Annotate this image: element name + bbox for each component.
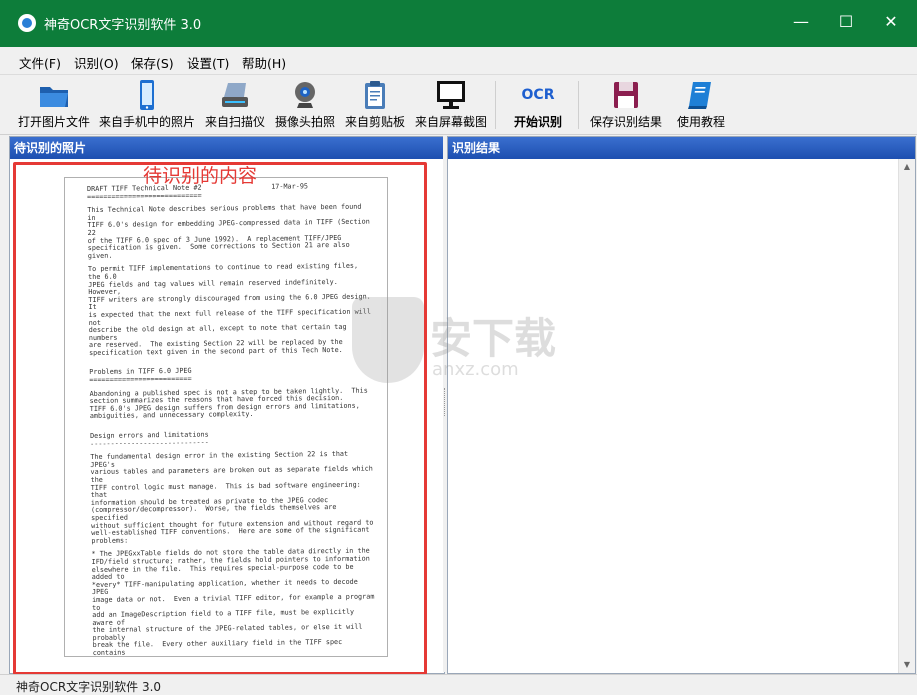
scanner-icon xyxy=(222,83,248,107)
ocr-icon: OCR xyxy=(521,87,555,103)
from-screenshot-button[interactable]: 来自屏幕截图 xyxy=(413,75,489,133)
toolbar-separator xyxy=(578,81,579,129)
floppy-disk-icon xyxy=(614,82,638,108)
result-panel: 识别结果 ▲ ▼ xyxy=(447,136,916,674)
source-image-panel: 待识别的照片 DRAFT TIFF Technical Note #2 17-M… xyxy=(9,136,445,675)
open-image-button[interactable]: 打开图片文件 xyxy=(14,75,94,133)
menu-recognize[interactable]: 识别(O) xyxy=(74,53,119,72)
menu-file[interactable]: 文件(F) xyxy=(19,53,61,72)
minimize-button[interactable]: — xyxy=(778,0,824,47)
title-bar: 神奇OCR文字识别软件 3.0 — ☐ ✕ xyxy=(0,0,917,47)
menu-settings[interactable]: 设置(T) xyxy=(187,53,229,72)
status-text: 神奇OCR文字识别软件 3.0 xyxy=(16,680,162,694)
book-icon xyxy=(688,82,711,109)
camera-label: 摄像头拍照 xyxy=(274,115,335,129)
from-scanner-button[interactable]: 来自扫描仪 xyxy=(203,75,267,133)
scroll-up-icon[interactable]: ▲ xyxy=(899,159,915,175)
watermark-subtext: anxz.com xyxy=(432,359,519,380)
watermark-text: 安下载 xyxy=(430,314,557,363)
phone-icon xyxy=(140,80,154,110)
watermark: 安下载 anxz.com xyxy=(352,297,562,387)
save-result-button[interactable]: 保存识别结果 xyxy=(585,75,667,133)
status-bar: 神奇OCR文字识别软件 3.0 xyxy=(0,674,917,694)
from-phone-button[interactable]: 来自手机中的照片 xyxy=(97,75,197,133)
camera-button[interactable]: 摄像头拍照 xyxy=(273,75,337,133)
menu-help[interactable]: 帮助(H) xyxy=(242,53,286,72)
from-clipboard-label: 来自剪贴板 xyxy=(344,115,405,129)
maximize-button[interactable]: ☐ xyxy=(823,0,869,47)
from-clipboard-button[interactable]: 来自剪贴板 xyxy=(343,75,407,133)
toolbar-separator xyxy=(495,81,496,129)
from-scanner-label: 来自扫描仪 xyxy=(204,115,265,129)
app-icon xyxy=(18,14,36,32)
content-annotation-label: 待识别的内容 xyxy=(143,165,258,187)
monitor-icon xyxy=(437,81,465,109)
result-scrollbar[interactable]: ▲ ▼ xyxy=(898,159,915,673)
content-highlight-box xyxy=(13,162,427,675)
clipboard-icon xyxy=(365,81,385,109)
result-panel-title: 识别结果 xyxy=(448,137,915,159)
window-title: 神奇OCR文字识别软件 3.0 xyxy=(44,18,202,33)
menu-bar: 文件(F) 识别(O) 保存(S) 设置(T) 帮助(H) xyxy=(0,47,917,75)
watermark-shield-icon xyxy=(352,297,424,383)
webcam-icon xyxy=(295,82,315,108)
tutorial-button[interactable]: 使用教程 xyxy=(673,75,729,133)
from-phone-label: 来自手机中的照片 xyxy=(98,115,195,129)
open-image-label: 打开图片文件 xyxy=(17,115,90,129)
folder-icon xyxy=(40,87,68,107)
source-panel-title: 待识别的照片 xyxy=(10,137,444,159)
start-recognize-label: 开始识别 xyxy=(513,115,562,129)
scroll-down-icon[interactable]: ▼ xyxy=(899,657,915,673)
save-result-label: 保存识别结果 xyxy=(589,115,662,129)
from-screenshot-label: 来自屏幕截图 xyxy=(414,115,487,129)
tutorial-label: 使用教程 xyxy=(676,115,725,129)
menu-save[interactable]: 保存(S) xyxy=(131,53,174,72)
close-button[interactable]: ✕ xyxy=(868,0,914,47)
start-recognize-button[interactable]: OCR 开始识别 xyxy=(505,75,571,133)
toolbar: 打开图片文件 来自手机中的照片 来自扫描仪 摄像头拍照 来自剪贴板 来自屏幕截图… xyxy=(0,75,917,135)
